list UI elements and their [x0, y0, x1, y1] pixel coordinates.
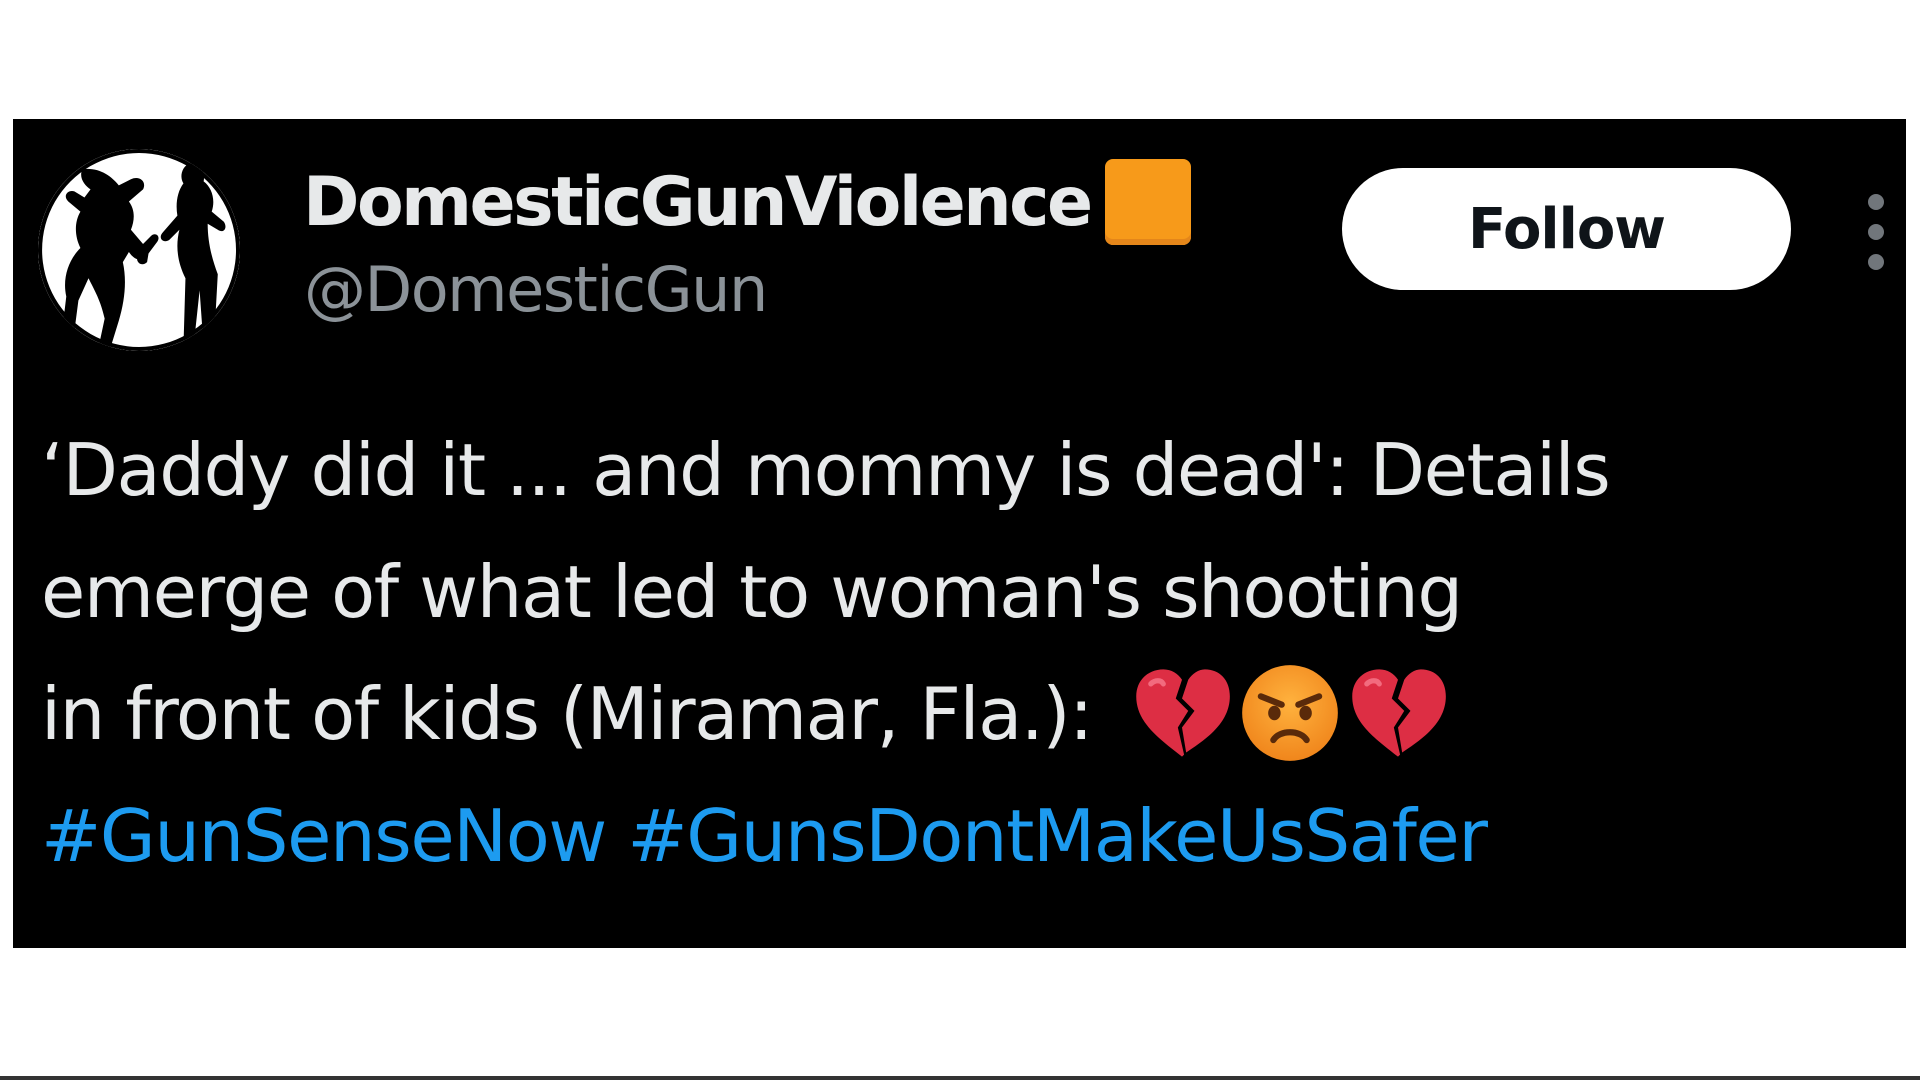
angry-face-icon — [1238, 661, 1342, 765]
broken-heart-icon — [1346, 661, 1450, 765]
vertical-ellipsis-icon[interactable] — [1861, 194, 1891, 270]
tweet-text-line-with-emojis: in front of kids (Miramar, Fla.): — [41, 653, 1901, 775]
emoji-group — [1130, 661, 1454, 765]
ellipsis-dot — [1868, 224, 1884, 240]
account-handle[interactable]: @DomesticGun — [304, 253, 768, 326]
tweet-card: DomesticGunViolence @DomesticGun Follow … — [13, 119, 1906, 948]
hashtag-line: #GunSenseNow #GunsDontMakeUsSafer — [41, 775, 1901, 897]
broken-heart-icon — [1130, 661, 1234, 765]
hashtag-link[interactable]: #GunsDontMakeUsSafer — [627, 794, 1488, 878]
ellipsis-dot — [1868, 194, 1884, 210]
avatar[interactable] — [38, 149, 240, 351]
silhouette-avatar-icon — [38, 149, 240, 351]
tweet-text-line: emerge of what led to woman's shooting — [41, 550, 1463, 634]
divider — [0, 1076, 1920, 1080]
tweet-text: ‘Daddy did it ... and mommy is dead': De… — [41, 409, 1901, 897]
ellipsis-dot — [1868, 254, 1884, 270]
tweet-text-segment: in front of kids (Miramar, Fla.): — [41, 672, 1093, 756]
orange-square-icon — [1104, 159, 1191, 245]
hashtag-link[interactable]: #GunSenseNow — [41, 794, 607, 878]
display-name-row: DomesticGunViolence — [303, 159, 1191, 245]
display-name[interactable]: DomesticGunViolence — [303, 163, 1093, 242]
tweet-text-line: ‘Daddy did it ... and mommy is dead': De… — [41, 428, 1611, 512]
follow-button[interactable]: Follow — [1342, 168, 1791, 290]
